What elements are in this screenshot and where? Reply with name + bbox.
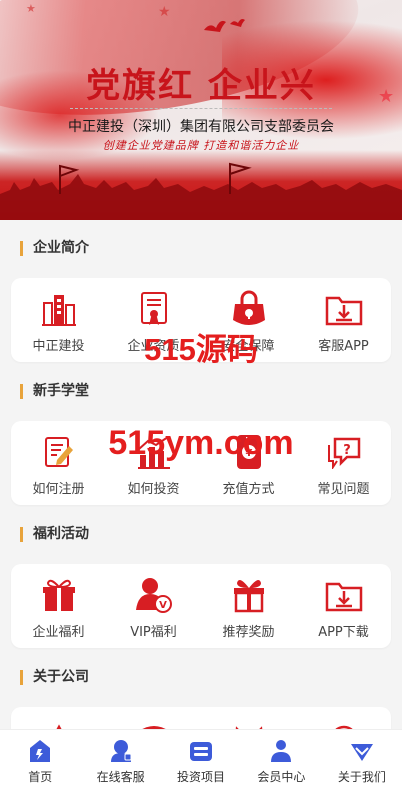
phone-yen-icon: ¥ [229,432,269,472]
menu-item-label: 推荐奖励 [222,625,275,640]
bottom-tabbar: 首页 在线客服 投资项目 会员中心 关于我们 [0,729,402,794]
section-title-beginner: 新手学堂 [20,384,89,399]
menu-item-enterprise-benefit[interactable]: 企业福利 [11,564,106,648]
crowd-silhouette [0,162,402,220]
beginner-card: 如何注册 如何投资 ¥ 充值方式 ? 常见问题 [11,421,391,505]
hero-banner: ★ ★ ★ 党旗红 企业兴 中正建投（深圳）集团有限公司支部委员会 创建企业党建… [0,0,402,220]
menu-item-vip[interactable]: V VIP福利 [106,564,201,648]
register-form-icon [39,432,79,472]
menu-item-label: 中正建投 [32,339,85,354]
menu-item-label: 如何投资 [127,482,180,497]
banner-subtitle: 中正建投（深圳）集团有限公司支部委员会 [68,119,334,135]
tab-label: 首页 [28,770,53,784]
section-title-company-intro: 企业简介 [20,241,89,256]
menu-item-faq[interactable]: ? 常见问题 [296,421,391,505]
svg-text:V: V [159,600,167,611]
menu-item-label: 如何注册 [32,482,85,497]
gift-bow-icon [229,575,269,615]
tab-about-us[interactable]: 关于我们 [322,730,402,794]
tab-member-center[interactable]: 会员中心 [241,730,321,794]
download-folder-icon [324,575,364,615]
bar-chart-icon [134,432,174,472]
svg-text:?: ? [343,443,351,458]
tab-online-service[interactable]: 在线客服 [80,730,160,794]
tab-label: 关于我们 [337,770,386,784]
company-intro-card: 中正建投 企业资质 安全保障 客服APP [11,278,391,362]
tab-label: 投资项目 [177,770,226,784]
download-folder-icon [324,289,364,329]
menu-item-service-app[interactable]: 客服APP [296,278,391,362]
menu-item-company[interactable]: 中正建投 [11,278,106,362]
vip-user-icon: V [134,575,174,615]
star-icon: ★ [158,4,171,20]
menu-item-qualification[interactable]: 企业资质 [106,278,201,362]
certificate-icon [134,289,174,329]
menu-item-label: 充值方式 [222,482,275,497]
menu-item-label: 安全保障 [222,339,275,354]
gift-box-icon [39,575,79,615]
buildings-icon [39,289,79,329]
question-chat-icon: ? [324,432,364,472]
dove-icon [204,19,245,32]
star-icon: ★ [26,2,36,15]
about-icon [349,738,375,764]
menu-item-register[interactable]: 如何注册 [11,421,106,505]
project-icon [188,738,214,764]
safe-lock-icon [229,289,269,329]
tab-home[interactable]: 首页 [0,730,80,794]
banner-divider [70,108,332,109]
menu-item-how-to-invest[interactable]: 如何投资 [106,421,201,505]
section-title-about-company: 关于公司 [20,670,89,685]
svg-text:¥: ¥ [245,448,252,459]
member-icon [268,738,294,764]
menu-item-referral[interactable]: 推荐奖励 [201,564,296,648]
banner-title: 党旗红 企业兴 [86,66,316,106]
menu-item-label: 企业福利 [32,625,85,640]
menu-item-security[interactable]: 安全保障 [201,278,296,362]
benefits-card: 企业福利 V VIP福利 推荐奖励 APP下载 [11,564,391,648]
menu-item-label: 常见问题 [317,482,370,497]
section-title-benefits: 福利活动 [20,527,89,542]
tab-label: 在线客服 [96,770,145,784]
menu-item-label: 客服APP [318,339,369,354]
tab-label: 会员中心 [257,770,306,784]
menu-item-recharge[interactable]: ¥ 充值方式 [201,421,296,505]
menu-item-label: APP下载 [318,625,369,640]
home-icon [27,738,53,764]
service-icon [108,738,134,764]
menu-item-label: 企业资质 [127,339,180,354]
menu-item-label: VIP福利 [130,625,177,640]
menu-item-app-download[interactable]: APP下载 [296,564,391,648]
tab-invest-projects[interactable]: 投资项目 [161,730,241,794]
